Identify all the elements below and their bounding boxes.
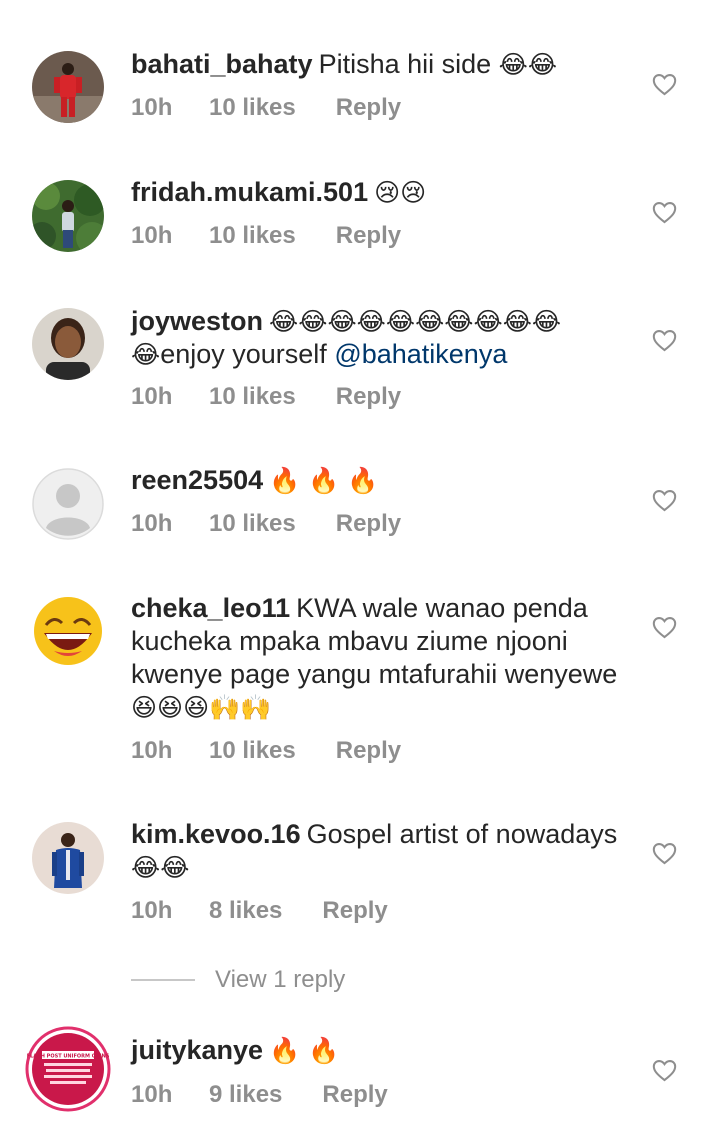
comment-time: 10h: [131, 897, 173, 924]
user-avatar[interactable]: [32, 468, 104, 540]
user-avatar[interactable]: [32, 180, 104, 252]
laughing-emoji-icon: 😂😂: [131, 853, 190, 882]
user-avatar[interactable]: [32, 308, 104, 380]
comment-likes[interactable]: 10 likes: [209, 510, 296, 538]
laughing-emoji-icon: 😂😂😂😂😂😂😂😂😂😂: [269, 307, 562, 336]
comment-meta: 10h 10 likes Reply: [131, 510, 401, 538]
comment-time: 10h: [131, 94, 173, 121]
reply-button[interactable]: Reply: [322, 897, 387, 925]
comment-text: kim.kevoo.16 Gospel artist of nowadays 😂😂: [131, 818, 621, 884]
like-heart-icon[interactable]: [651, 1057, 678, 1084]
comment-time: 10h: [131, 1081, 173, 1108]
reply-button[interactable]: Reply: [336, 94, 401, 122]
comment-meta: 10h 10 likes Reply: [131, 94, 401, 122]
comment-text: reen25504 🔥 🔥 🔥: [131, 464, 621, 497]
comment-text: joyweston 😂😂😂😂😂😂😂😂😂😂 😂enjoy yourself @baha…: [131, 305, 621, 371]
comment-username[interactable]: juitykanye: [131, 1035, 263, 1065]
laughing-emoji-icon: 😂: [131, 340, 161, 369]
reply-button[interactable]: Reply: [336, 222, 401, 250]
laughing-emoji-icon: 😂😂: [498, 50, 558, 79]
comment-likes[interactable]: 10 likes: [209, 94, 296, 122]
reply-button[interactable]: Reply: [336, 510, 401, 538]
fire-emoji-icon: 🔥 🔥: [269, 1036, 340, 1065]
comment-text: cheka_leo11 KWA wale wanao penda kucheka …: [131, 592, 621, 724]
comment-time: 10h: [131, 510, 173, 537]
mention-link[interactable]: @bahatikenya: [334, 339, 507, 369]
like-heart-icon[interactable]: [651, 614, 678, 641]
comment-text: fridah.mukami.501 😢😢: [131, 176, 621, 209]
comment-username[interactable]: cheka_leo11: [131, 593, 290, 623]
grinning-squint-emoji-icon: 😆😆😆🙌🙌: [131, 693, 272, 722]
like-heart-icon[interactable]: [651, 71, 678, 98]
comment-likes[interactable]: 10 likes: [209, 222, 296, 250]
comment-time: 10h: [131, 737, 173, 764]
user-avatar[interactable]: [32, 51, 104, 123]
comment-username[interactable]: kim.kevoo.16: [131, 819, 301, 849]
like-heart-icon[interactable]: [651, 327, 678, 354]
comment-body: Gospel artist of nowadays: [306, 819, 618, 849]
comment-text: juitykanye 🔥 🔥: [131, 1034, 621, 1067]
view-replies-button[interactable]: View 1 reply: [131, 964, 345, 996]
comment-likes[interactable]: 9 likes: [209, 1081, 282, 1109]
user-avatar[interactable]: [32, 595, 104, 667]
poster-title: FLASH POST UNIFORM GAINS: [27, 1054, 110, 1060]
comment-username[interactable]: reen25504: [131, 465, 263, 495]
comment-body: enjoy yourself: [160, 339, 335, 369]
comment-meta: 10h 10 likes Reply: [131, 222, 401, 250]
reply-button[interactable]: Reply: [336, 737, 401, 765]
comment-likes[interactable]: 10 likes: [209, 737, 296, 765]
user-avatar[interactable]: FLASH POST UNIFORM GAINS: [24, 1025, 112, 1113]
crying-emoji-icon: 😢😢: [374, 178, 427, 207]
comment-username[interactable]: bahati_bahaty: [131, 49, 313, 79]
comment-time: 10h: [131, 383, 173, 410]
like-heart-icon[interactable]: [651, 199, 678, 226]
divider-line: [131, 979, 195, 981]
view-replies-label: View 1 reply: [215, 966, 346, 993]
comment-username[interactable]: joyweston: [131, 306, 263, 336]
comment-time: 10h: [131, 222, 173, 249]
comment-body: Pitisha hii side: [318, 49, 492, 79]
like-heart-icon[interactable]: [651, 487, 678, 514]
reply-button[interactable]: Reply: [336, 383, 401, 411]
user-avatar[interactable]: [32, 822, 104, 894]
comment-likes[interactable]: 8 likes: [209, 897, 282, 925]
comment-meta: 10h 8 likes Reply: [131, 897, 388, 925]
comment-meta: 10h 10 likes Reply: [131, 737, 401, 765]
like-heart-icon[interactable]: [651, 840, 678, 867]
comment-text: bahati_bahaty Pitisha hii side 😂😂: [131, 48, 621, 81]
comment-likes[interactable]: 10 likes: [209, 383, 296, 411]
comment-meta: 10h 10 likes Reply: [131, 383, 401, 411]
reply-button[interactable]: Reply: [322, 1081, 387, 1109]
comment-meta: 10h 9 likes Reply: [131, 1081, 388, 1109]
fire-emoji-icon: 🔥 🔥 🔥: [269, 466, 379, 495]
comment-username[interactable]: fridah.mukami.501: [131, 177, 368, 207]
